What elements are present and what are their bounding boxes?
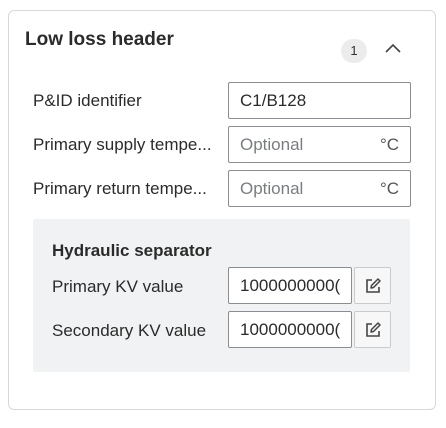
chevron-up-icon[interactable] [384,42,402,54]
return-temp-unit: °C [380,179,400,198]
pid-input[interactable] [228,82,411,119]
primary-kv-input[interactable] [228,267,352,304]
supply-temp-unit: °C [380,135,400,154]
count-badge: 1 [341,39,367,63]
return-temp-label: Primary return tempe... [33,179,207,198]
secondary-kv-label: Secondary KV value [52,321,207,340]
secondary-kv-edit-button[interactable] [354,311,391,348]
edit-icon [365,321,381,337]
section-title: Hydraulic separator [52,241,212,260]
pid-label: P&ID identifier [33,91,142,110]
secondary-kv-input[interactable] [228,311,352,348]
panel-title: Low loss header [25,29,174,50]
supply-temp-label: Primary supply tempe... [33,135,212,154]
primary-kv-edit-button[interactable] [354,267,391,304]
edit-icon [365,277,381,293]
primary-kv-label: Primary KV value [52,277,184,296]
